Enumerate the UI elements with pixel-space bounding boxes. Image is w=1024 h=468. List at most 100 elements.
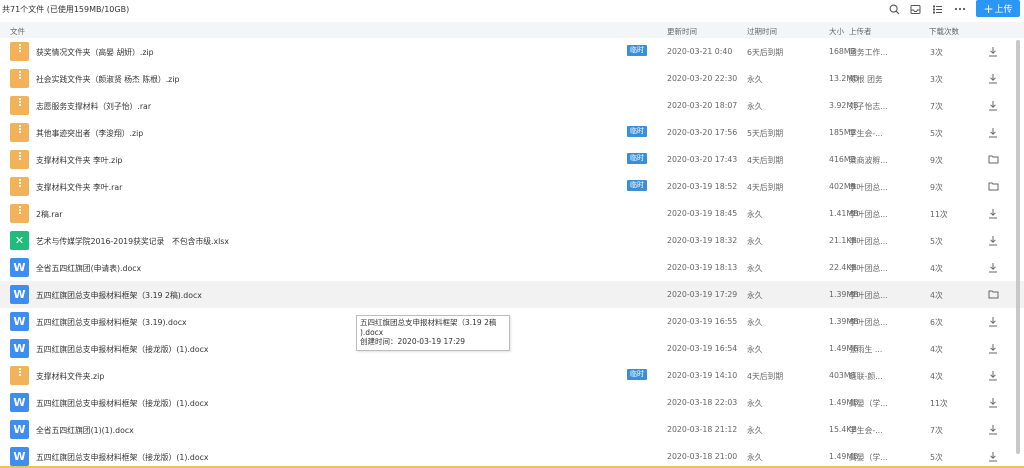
- uploader-name: 学生会-...: [849, 426, 883, 435]
- list-view-icon[interactable]: [929, 1, 945, 17]
- file-row[interactable]: 支撑材料文件夹.zip 临时 2020-03-19 14:10 4天后到期 403MB 班…: [0, 362, 1024, 389]
- download-icon[interactable]: [986, 341, 1000, 355]
- folder-icon[interactable]: [986, 179, 1000, 193]
- file-row[interactable]: W 全省五四红旗团(申请表).docx 2020-03-19 18:13 永久 22.4…: [0, 254, 1024, 281]
- download-icon[interactable]: [986, 44, 1000, 58]
- file-name[interactable]: 其他事迹突出者（李浚翔）.zip: [36, 128, 143, 139]
- file-row[interactable]: 志愿服务支撑材料（刘子怡）.rar 2020-03-20 18:07 永久 3.92M…: [0, 92, 1024, 119]
- file-name[interactable]: 志愿服务支撑材料（刘子怡）.rar: [36, 101, 151, 112]
- updated-time: 2020-03-19 18:13: [667, 263, 738, 272]
- column-file[interactable]: 文件: [10, 26, 25, 37]
- file-name[interactable]: 支撑材料文件夹 李叶.zip: [36, 155, 122, 166]
- file-row[interactable]: ✕ 艺术与传媒学院2016-2019获奖记录 不包含市级.xlsx 2020-03-…: [0, 227, 1024, 254]
- file-row[interactable]: W 五四红旗团总支申报材料框架（3.19 2稿).docx 2020-03-19 1…: [0, 281, 1024, 308]
- inbox-icon[interactable]: [907, 1, 923, 17]
- download-icon[interactable]: [986, 260, 1000, 274]
- download-icon[interactable]: [986, 368, 1000, 382]
- download-count: 11次: [930, 399, 948, 408]
- column-expires[interactable]: 过期时间: [747, 26, 777, 37]
- temporary-badge: 临时: [627, 369, 647, 380]
- download-icon[interactable]: [986, 314, 1000, 328]
- expiry-time: 永久: [747, 102, 763, 111]
- tooltip-created-time: 创建时间：2020-03-19 17:29: [360, 337, 466, 346]
- more-icon[interactable]: [952, 1, 968, 17]
- expiry-time: 永久: [747, 318, 763, 327]
- column-size[interactable]: 大小: [829, 26, 844, 37]
- file-name[interactable]: 支撑材料文件夹 李叶.rar: [36, 182, 122, 193]
- expiry-time: 4天后到期: [747, 183, 784, 192]
- download-icon[interactable]: [986, 422, 1000, 436]
- uploader-name: 梁商波孵...: [849, 156, 888, 165]
- download-icon[interactable]: [986, 71, 1000, 85]
- updated-time: 2020-03-20 17:43: [667, 155, 738, 164]
- expiry-time: 永久: [747, 291, 763, 300]
- download-icon[interactable]: [986, 395, 1000, 409]
- file-row[interactable]: W 五四红旗团总支申报材料框架（接龙版）(1).docx 2020-03-18 22…: [0, 389, 1024, 416]
- download-count: 6次: [930, 318, 943, 327]
- download-icon[interactable]: [986, 125, 1000, 139]
- file-row[interactable]: 获奖情况文件夹（高晏 胡妍）.zip 临时 2020-03-21 0:40 6天后到期…: [0, 38, 1024, 65]
- file-name[interactable]: 五四红旗团总支申报材料框架（接龙版）(1).docx: [36, 452, 209, 463]
- file-name[interactable]: 2稿.rar: [36, 209, 62, 220]
- column-uploader[interactable]: 上传者: [849, 26, 872, 37]
- download-count: 9次: [930, 183, 943, 192]
- file-row[interactable]: W 五四红旗团总支申报材料框架（接龙版）(1).docx 2020-03-18 21…: [0, 443, 1024, 468]
- file-name[interactable]: 五四红旗团总支申报材料框架（接龙版）(1).docx: [36, 398, 209, 409]
- download-icon[interactable]: [986, 98, 1000, 112]
- table-header: 文件 更新时间 过期时间 大小 上传者 下载次数: [0, 22, 1024, 38]
- download-icon[interactable]: [986, 449, 1000, 463]
- file-list: 获奖情况文件夹（高晏 胡妍）.zip 临时 2020-03-21 0:40 6天后到期…: [0, 38, 1024, 468]
- column-updated[interactable]: 更新时间: [667, 26, 697, 37]
- word-file-icon: W: [10, 285, 29, 304]
- folder-icon[interactable]: [986, 287, 1000, 301]
- updated-time: 2020-03-19 14:10: [667, 371, 738, 380]
- file-row[interactable]: W 五四红旗团总支申报材料框架（接龙版）(1).docx 2020-03-19 16…: [0, 335, 1024, 362]
- file-name[interactable]: 全省五四红旗团(申请表).docx: [36, 263, 141, 274]
- tooltip-filename-line1: 五四红旗团总支申报材料框架（3.19 2稿: [360, 318, 497, 327]
- folder-icon[interactable]: [986, 152, 1000, 166]
- download-count: 4次: [930, 345, 943, 354]
- updated-time: 2020-03-20 22:30: [667, 74, 738, 83]
- updated-time: 2020-03-19 18:45: [667, 209, 738, 218]
- file-name[interactable]: 五四红旗团总支申报材料框架（3.19 2稿).docx: [36, 290, 202, 301]
- word-file-icon: W: [10, 339, 29, 358]
- word-file-icon: W: [10, 420, 29, 439]
- download-icon[interactable]: [986, 206, 1000, 220]
- search-icon[interactable]: [886, 1, 902, 17]
- file-name[interactable]: 五四红旗团总支申报材料框架（接龙版）(1).docx: [36, 344, 209, 355]
- file-name[interactable]: 全省五四红旗团(1)(1).docx: [36, 425, 134, 436]
- file-row[interactable]: 支撑材料文件夹 李叶.rar 临时 2020-03-19 18:52 4天后到期 402…: [0, 173, 1024, 200]
- uploader-name: 李叶团总...: [849, 183, 888, 192]
- download-icon[interactable]: [986, 233, 1000, 247]
- updated-time: 2020-03-18 22:03: [667, 398, 738, 407]
- file-name[interactable]: 获奖情况文件夹（高晏 胡妍）.zip: [36, 47, 154, 58]
- archive-file-icon: [10, 177, 29, 196]
- scrollbar[interactable]: [1016, 40, 1020, 454]
- updated-time: 2020-03-19 17:29: [667, 290, 738, 299]
- file-name[interactable]: 社会实践文件夹（颜淑贤 杨杰 陈根）.zip: [36, 74, 179, 85]
- file-row[interactable]: W 五四红旗团总支申报材料框架（3.19).docx 2020-03-19 16:5…: [0, 308, 1024, 335]
- expiry-time: 永久: [747, 264, 763, 273]
- file-name[interactable]: 艺术与传媒学院2016-2019获奖记录 不包含市级.xlsx: [36, 236, 229, 247]
- file-row[interactable]: W 全省五四红旗团(1)(1).docx 2020-03-18 21:12 永久 15.…: [0, 416, 1024, 443]
- updated-time: 2020-03-19 16:55: [667, 317, 738, 326]
- file-row[interactable]: 其他事迹突出者（李浚翔）.zip 临时 2020-03-20 17:56 5天后到期 1…: [0, 119, 1024, 146]
- file-row[interactable]: 2稿.rar 2020-03-19 18:45 永久 1.41MB 李叶团总... 11次: [0, 200, 1024, 227]
- file-tooltip: 五四红旗团总支申报材料框架（3.19 2稿 ).docx 创建时间：2020-0…: [356, 315, 510, 351]
- expiry-time: 4天后到期: [747, 156, 784, 165]
- updated-time: 2020-03-20 17:56: [667, 128, 738, 137]
- updated-time: 2020-03-19 18:52: [667, 182, 738, 191]
- file-row[interactable]: 社会实践文件夹（颜淑贤 杨杰 陈根）.zip 2020-03-20 22:30 永久…: [0, 65, 1024, 92]
- expiry-time: 永久: [747, 75, 763, 84]
- file-name[interactable]: 支撑材料文件夹.zip: [36, 371, 104, 382]
- top-toolbar: 共71个文件 (已使用159MB/10GB) + 上传: [0, 0, 1024, 20]
- archive-file-icon: [10, 150, 29, 169]
- file-row[interactable]: 支撑材料文件夹 李叶.zip 临时 2020-03-20 17:43 4天后到期 416…: [0, 146, 1024, 173]
- word-file-icon: W: [10, 258, 29, 277]
- archive-file-icon: [10, 42, 29, 61]
- uploader-name: 陈根 团务: [849, 75, 883, 84]
- column-downloads[interactable]: 下载次数: [929, 26, 959, 37]
- file-name[interactable]: 五四红旗团总支申报材料框架（3.19).docx: [36, 317, 187, 328]
- uploader-name: 高晏（学...: [849, 453, 888, 462]
- upload-button[interactable]: + 上传: [976, 0, 1020, 17]
